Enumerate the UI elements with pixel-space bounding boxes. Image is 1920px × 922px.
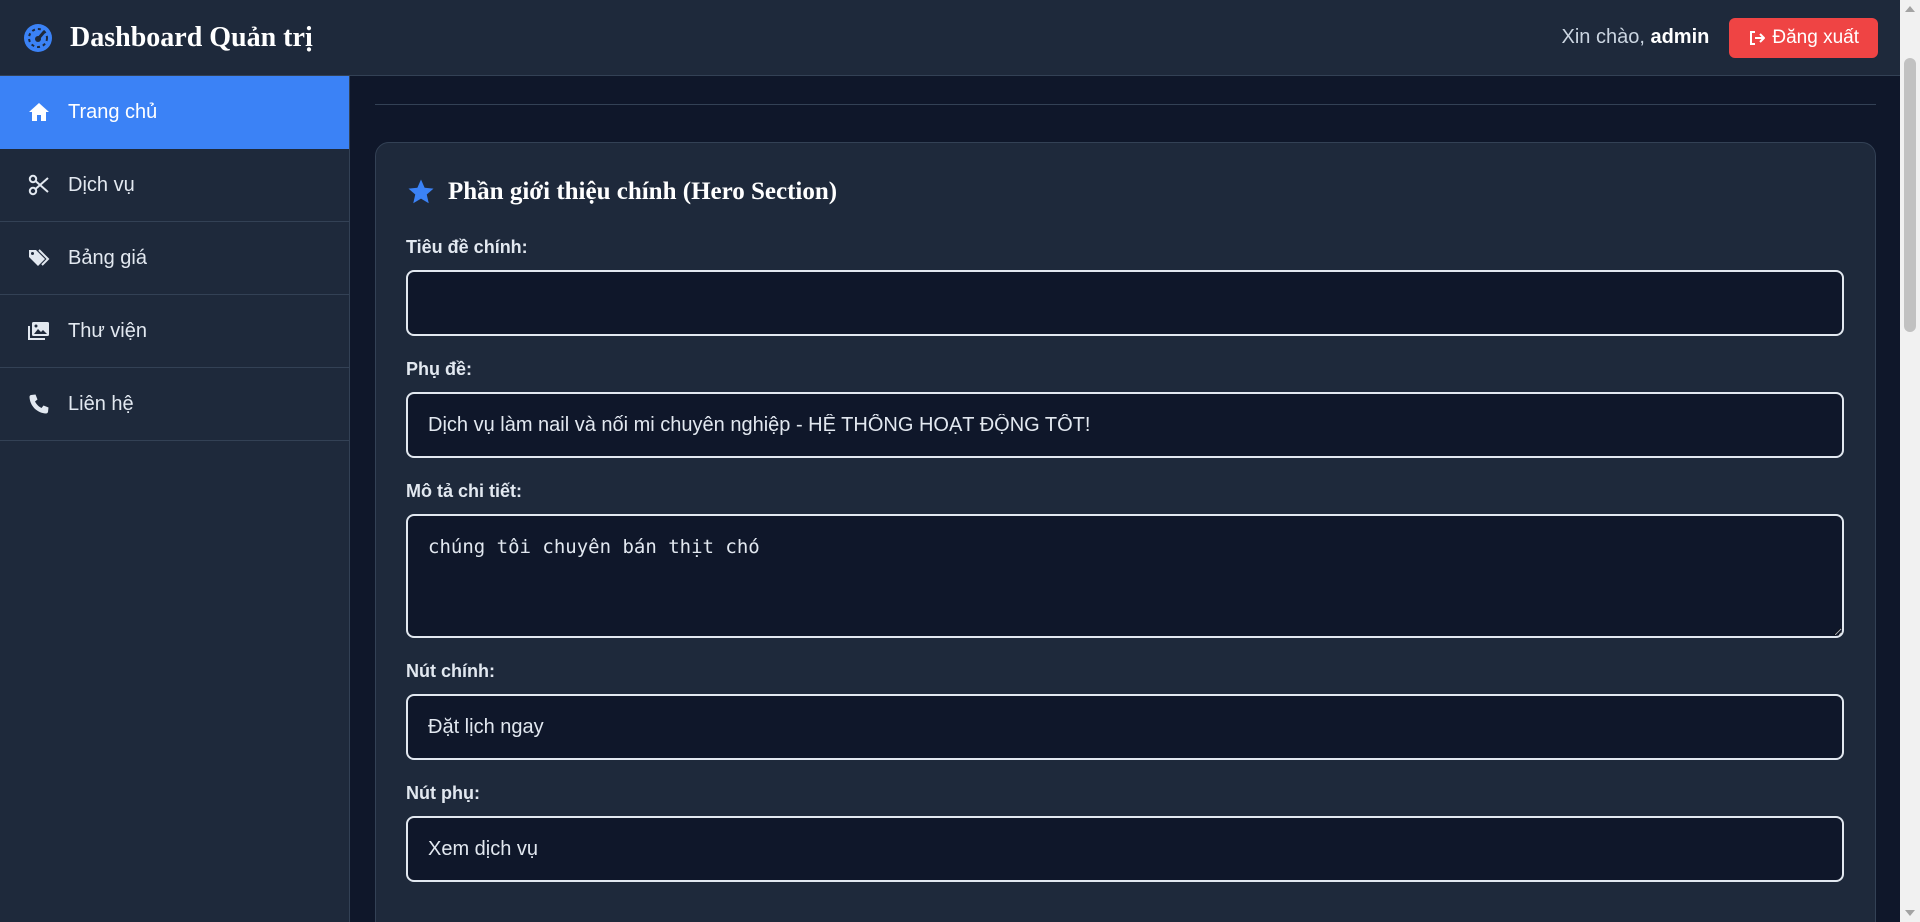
sidebar-item-label: Dịch vụ bbox=[68, 173, 135, 196]
scroll-up-arrow-icon[interactable] bbox=[1905, 6, 1915, 12]
top-header: Dashboard Quản trị Xin chào, admin Đăng … bbox=[0, 0, 1900, 76]
field-main-title: Tiêu đề chính: bbox=[406, 237, 1845, 336]
field-label: Mô tả chi tiết: bbox=[406, 481, 522, 501]
scrollbar-thumb[interactable] bbox=[1904, 58, 1916, 332]
main-title-input[interactable] bbox=[406, 270, 1844, 336]
sidebar-item-home[interactable]: Trang chủ bbox=[0, 76, 349, 149]
sidebar-item-label: Thư viện bbox=[68, 319, 147, 342]
main-content: Phần giới thiệu chính (Hero Section) Tiê… bbox=[351, 76, 1900, 922]
sidebar-item-label: Trang chủ bbox=[68, 100, 158, 123]
greeting-prefix: Xin chào, bbox=[1561, 26, 1651, 48]
field-primary-button: Nút chính: bbox=[406, 661, 1845, 760]
field-description: Mô tả chi tiết: chúng tôi chuyên bán thị… bbox=[406, 481, 1845, 638]
brand: Dashboard Quản trị bbox=[22, 22, 313, 54]
field-label: Nút chính: bbox=[406, 661, 495, 681]
hero-section-card: Phần giới thiệu chính (Hero Section) Tiê… bbox=[375, 142, 1876, 922]
star-icon bbox=[406, 177, 436, 207]
scissors-icon bbox=[26, 172, 52, 198]
username: admin bbox=[1650, 26, 1710, 48]
field-subtitle: Phụ đề: bbox=[406, 359, 1845, 458]
card-title-text: Phần giới thiệu chính (Hero Section) bbox=[448, 178, 838, 205]
sidebar-item-label: Liên hệ bbox=[68, 392, 134, 415]
field-label: Phụ đề: bbox=[406, 359, 472, 379]
images-icon bbox=[26, 318, 52, 344]
primary-button-input[interactable] bbox=[406, 694, 1844, 760]
sign-out-icon bbox=[1748, 29, 1766, 47]
field-label: Nút phụ: bbox=[406, 783, 480, 803]
logout-button[interactable]: Đăng xuất bbox=[1729, 17, 1878, 58]
phone-icon bbox=[26, 391, 52, 417]
description-textarea[interactable]: chúng tôi chuyên bán thịt chó bbox=[406, 514, 1844, 638]
sidebar-item-services[interactable]: Dịch vụ bbox=[0, 149, 349, 222]
section-divider bbox=[375, 104, 1876, 105]
page-scrollbar[interactable] bbox=[1900, 0, 1920, 922]
sidebar-item-label: Bảng giá bbox=[68, 246, 147, 269]
subtitle-input[interactable] bbox=[406, 392, 1844, 458]
field-label: Tiêu đề chính: bbox=[406, 237, 528, 257]
page: Dashboard Quản trị Xin chào, admin Đăng … bbox=[0, 0, 1900, 922]
field-secondary-button: Nút phụ: bbox=[406, 783, 1845, 882]
header-right: Xin chào, admin Đăng xuất bbox=[1562, 17, 1878, 58]
logout-label: Đăng xuất bbox=[1772, 26, 1859, 48]
scroll-down-arrow-icon[interactable] bbox=[1905, 910, 1915, 916]
tags-icon bbox=[26, 245, 52, 271]
sidebar-item-pricing[interactable]: Bảng giá bbox=[0, 222, 349, 295]
card-title: Phần giới thiệu chính (Hero Section) bbox=[406, 177, 1845, 207]
sidebar-item-contact[interactable]: Liên hệ bbox=[0, 368, 349, 441]
secondary-button-input[interactable] bbox=[406, 816, 1844, 882]
home-icon bbox=[26, 99, 52, 125]
sidebar: Trang chủ Dịch vụ Bảng giá Thư viện Liên… bbox=[0, 76, 350, 922]
app-title: Dashboard Quản trị bbox=[70, 21, 313, 53]
sidebar-item-gallery[interactable]: Thư viện bbox=[0, 295, 349, 368]
dashboard-gauge-icon bbox=[22, 22, 54, 54]
greeting: Xin chào, admin bbox=[1562, 26, 1710, 49]
